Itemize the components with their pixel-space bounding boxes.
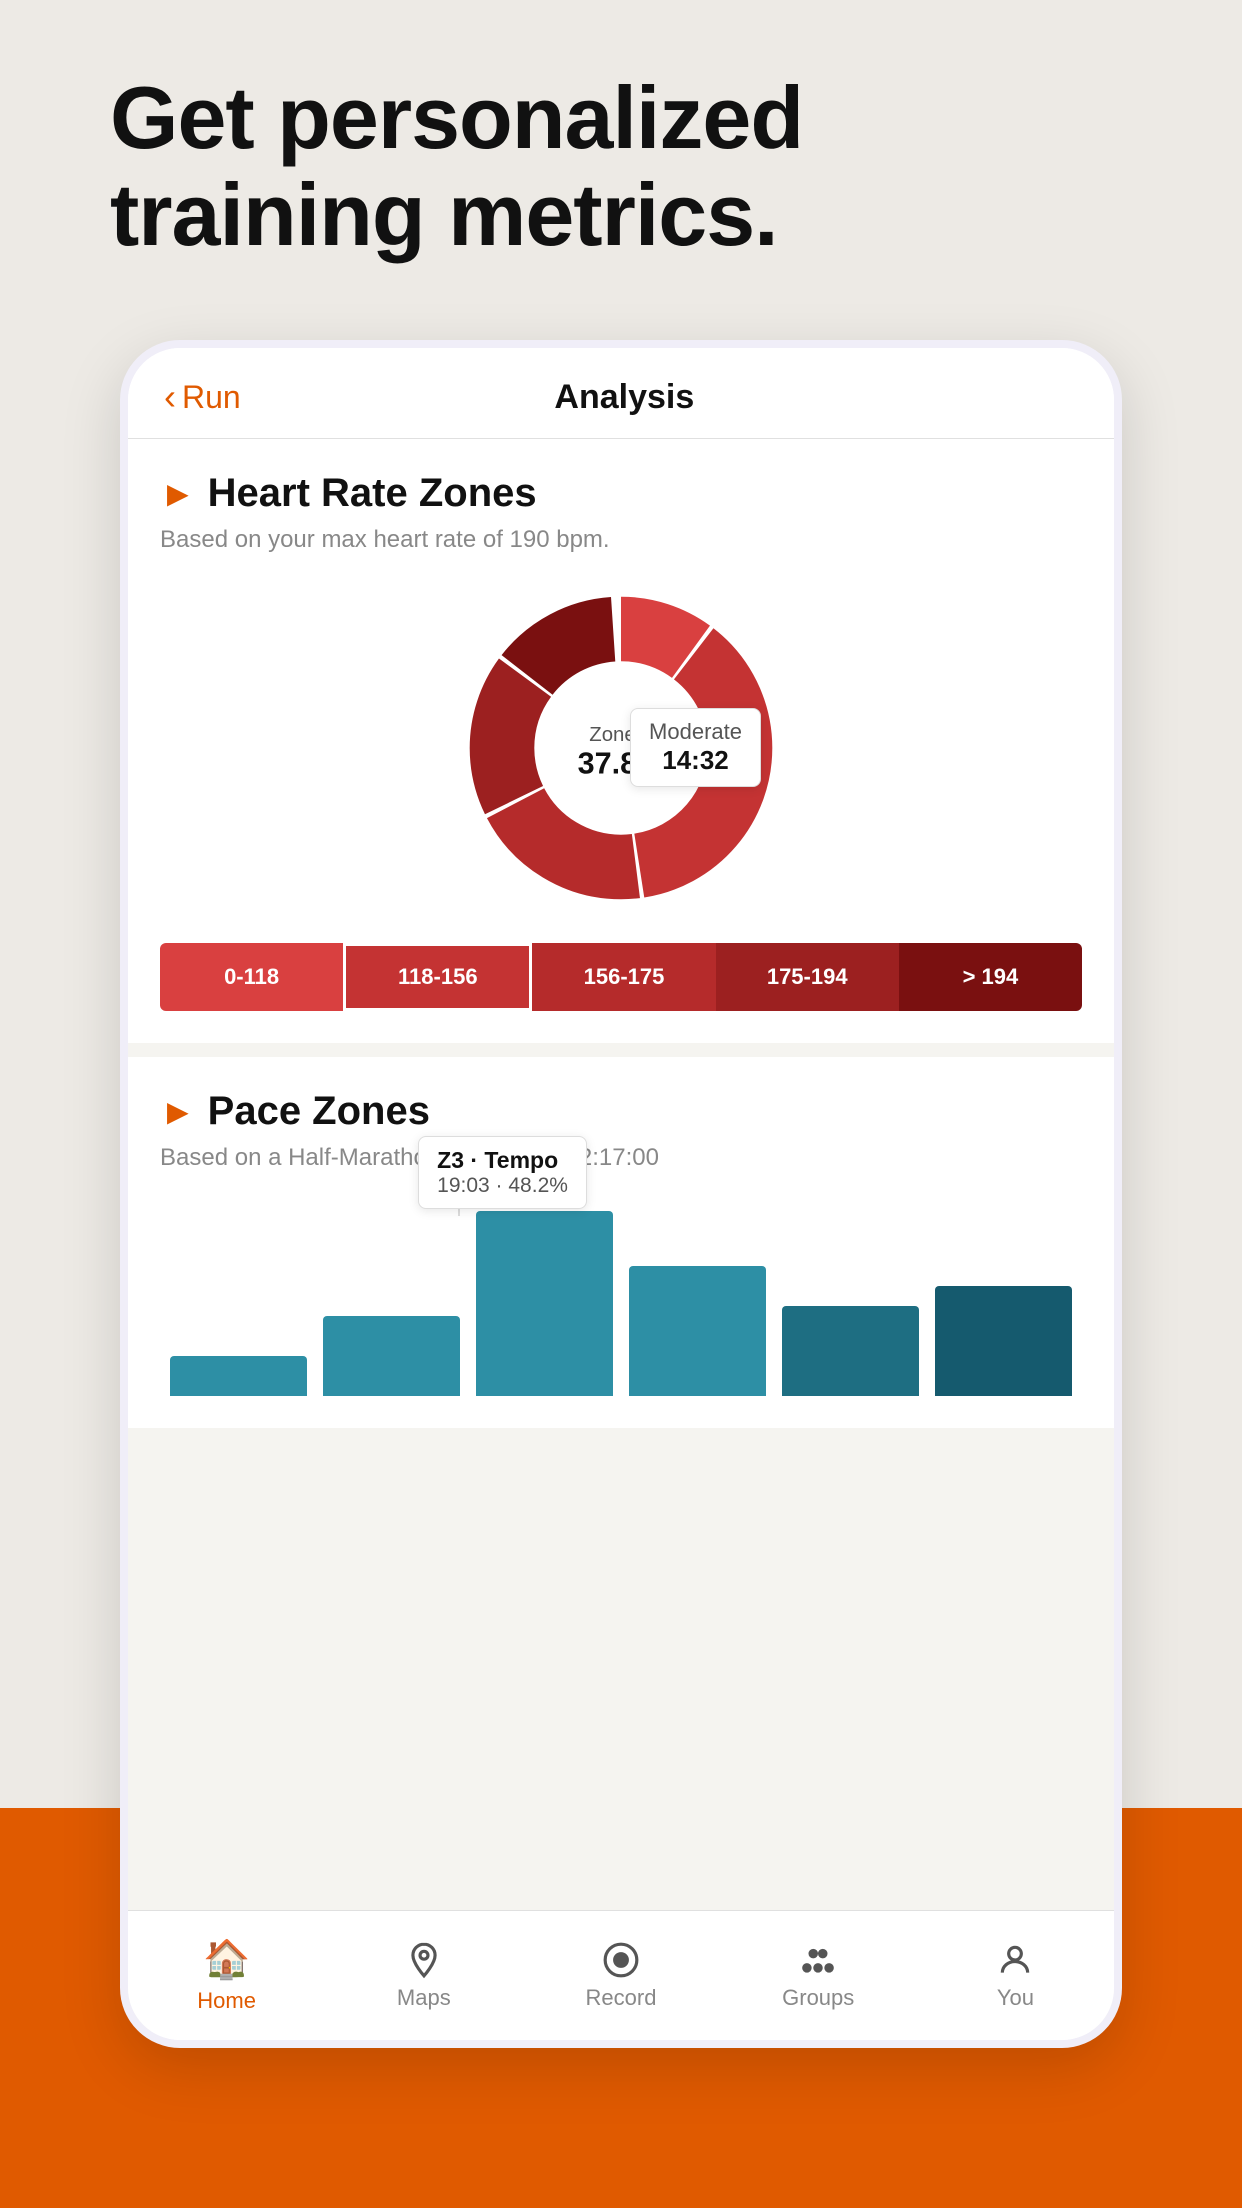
tab-record[interactable]: Record	[522, 1941, 719, 2011]
zone-3-label: 156-175	[532, 943, 715, 1011]
heart-rate-chevron-icon: ►	[160, 473, 196, 515]
zone-2-label: 118-156	[343, 943, 532, 1011]
pace-subtitle: Based on a Half-Marathon race time of 2:…	[160, 1144, 1082, 1172]
tab-home-label: Home	[197, 1988, 256, 2014]
navigation-bar: ‹ Run Analysis	[128, 348, 1114, 439]
pace-tooltip-line1: Z3 · Tempo	[437, 1147, 568, 1174]
maps-icon	[405, 1941, 443, 1979]
headline-text: Get personalized training metrics.	[110, 70, 1132, 264]
bar-6	[935, 1286, 1072, 1396]
tab-groups[interactable]: Groups	[720, 1941, 917, 2011]
tooltip-title: Moderate	[649, 719, 742, 745]
pace-title: Pace Zones	[208, 1089, 430, 1134]
page-title: Analysis	[241, 378, 1008, 417]
donut-wrapper: Zone 2 37.8% Moderate 14:32	[451, 578, 791, 923]
tab-home[interactable]: 🏠 Home	[128, 1938, 325, 2014]
pace-chevron-icon: ►	[160, 1091, 196, 1133]
back-button[interactable]: ‹ Run	[164, 376, 241, 418]
record-icon	[602, 1941, 640, 1979]
groups-icon	[799, 1941, 837, 1979]
zone-legend-bar: 0-118 118-156 156-175 175-194 > 194	[160, 943, 1082, 1011]
tab-maps[interactable]: Maps	[325, 1941, 522, 2011]
tooltip-value: 14:32	[649, 745, 742, 776]
bar-3	[476, 1211, 613, 1396]
tab-groups-label: Groups	[782, 1985, 854, 2011]
tab-bar: 🏠 Home Maps Record	[128, 1910, 1114, 2040]
pace-bar-chart: Z3 · Tempo 19:03 · 48.2%	[160, 1196, 1082, 1396]
you-icon	[996, 1941, 1034, 1979]
heart-rate-subtitle: Based on your max heart rate of 190 bpm.	[160, 526, 1082, 554]
back-chevron-icon: ‹	[164, 376, 176, 418]
bar-1	[170, 1356, 307, 1396]
heart-rate-title-row: ► Heart Rate Zones	[160, 471, 1082, 516]
home-icon: 🏠	[203, 1938, 250, 1982]
zone-1-label: 0-118	[160, 943, 343, 1011]
bar-5	[782, 1306, 919, 1396]
pace-title-row: ► Pace Zones	[160, 1089, 1082, 1134]
tab-record-label: Record	[586, 1985, 657, 2011]
zone-4-label: 175-194	[716, 943, 899, 1011]
bar-2	[323, 1316, 460, 1396]
tab-you[interactable]: You	[917, 1941, 1114, 2011]
tab-you-label: You	[997, 1985, 1034, 2011]
heart-rate-title: Heart Rate Zones	[208, 471, 537, 516]
heart-rate-section: ► Heart Rate Zones Based on your max hea…	[128, 439, 1114, 1043]
bar-4	[629, 1266, 766, 1396]
donut-chart-container: Zone 2 37.8% Moderate 14:32	[160, 578, 1082, 923]
pace-tooltip: Z3 · Tempo 19:03 · 48.2%	[418, 1136, 587, 1209]
content-area: ► Heart Rate Zones Based on your max hea…	[128, 439, 1114, 2031]
zone-tooltip: Moderate 14:32	[630, 708, 761, 787]
phone-screen: ‹ Run Analysis ► Heart Rate Zones Based …	[128, 348, 1114, 2040]
tab-maps-label: Maps	[397, 1985, 451, 2011]
pace-zones-section: ► Pace Zones Based on a Half-Marathon ra…	[128, 1057, 1114, 1428]
back-label: Run	[182, 379, 241, 416]
zone-5-label: > 194	[899, 943, 1082, 1011]
pace-tooltip-line2: 19:03 · 48.2%	[437, 1174, 568, 1198]
phone-mockup: ‹ Run Analysis ► Heart Rate Zones Based …	[120, 340, 1122, 2048]
